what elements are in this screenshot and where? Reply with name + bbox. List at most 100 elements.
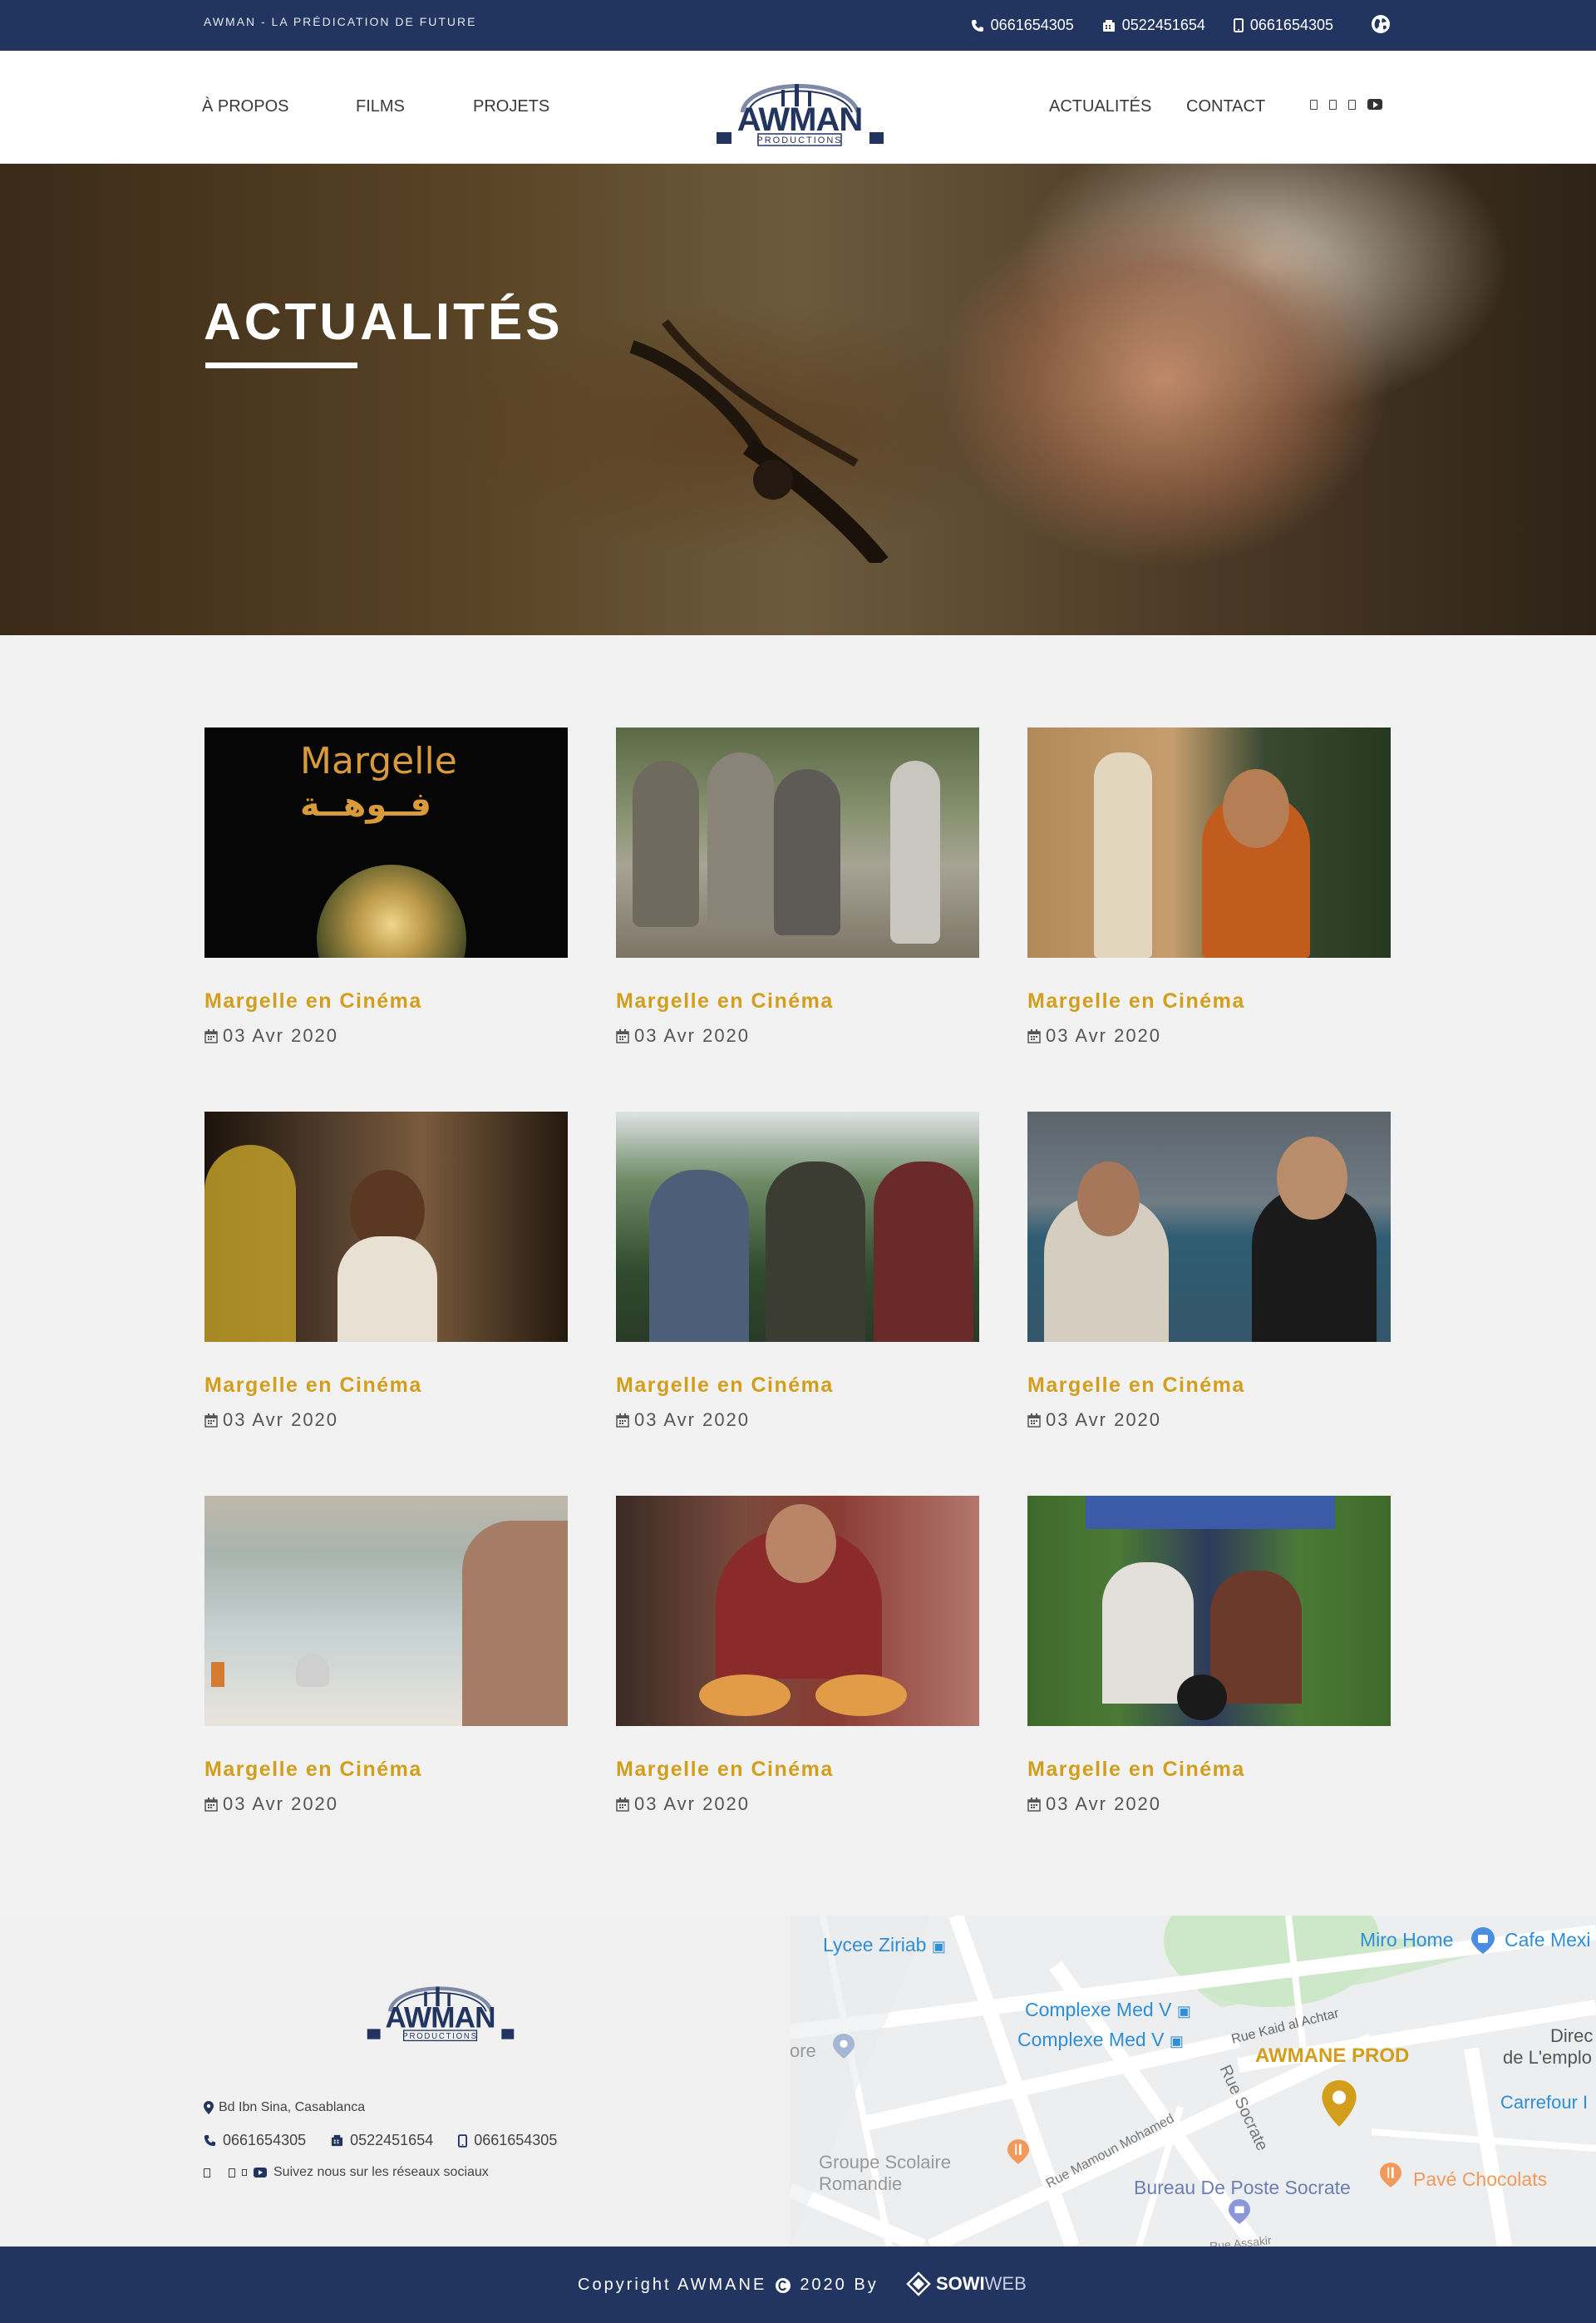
nav-projects[interactable]: PROJETS <box>473 97 549 116</box>
map-label-partial: ore <box>790 2040 816 2061</box>
news-card[interactable]: Margelle en Cinéma 03 Avr 2020 <box>1027 727 1391 1046</box>
thumb-plate <box>815 1674 907 1716</box>
news-date-text: 03 Avr 2020 <box>634 1793 751 1814</box>
footer-contacts: 0661654305 0522451654 0661654305 <box>204 2132 557 2149</box>
map-label-emploi: de L'emplo <box>1503 2047 1592 2068</box>
youtube-icon[interactable] <box>254 2168 267 2178</box>
news-date: 03 Avr 2020 <box>1027 1793 1161 1815</box>
news-title[interactable]: Margelle en Cinéma <box>1027 989 1245 1014</box>
calendar-icon <box>616 1413 629 1428</box>
news-date: 03 Avr 2020 <box>1027 1025 1161 1047</box>
mobile-icon <box>1233 18 1244 32</box>
news-thumbnail[interactable] <box>1027 727 1391 958</box>
footer-social-text: Suivez nous sur les réseaux sociaux <box>273 2165 489 2179</box>
facebook-icon[interactable] <box>1310 99 1318 110</box>
news-card[interactable]: Margelle en Cinéma 03 Avr 2020 <box>204 1496 568 1814</box>
thumb-wheel <box>1177 1674 1227 1720</box>
calendar-icon <box>1027 1028 1041 1043</box>
news-card[interactable]: Margelle en Cinéma 03 Avr 2020 <box>616 1112 979 1430</box>
news-date-text: 03 Avr 2020 <box>223 1793 339 1814</box>
location-marker-icon[interactable] <box>1322 2080 1357 2127</box>
footer-fax[interactable]: 0522451654 <box>331 2132 433 2149</box>
footer-phone[interactable]: 0661654305 <box>204 2132 306 2149</box>
news-title[interactable]: Margelle en Cinéma <box>1027 1374 1245 1398</box>
news-date: 03 Avr 2020 <box>1027 1409 1161 1431</box>
news-title[interactable]: Margelle en Cinéma <box>204 989 422 1014</box>
thumb-figure <box>1210 1571 1302 1704</box>
news-thumbnail[interactable] <box>204 1112 568 1342</box>
copyright-bar: Copyright AWMANE 2020 By SOWI WEB <box>0 2247 1596 2323</box>
news-date: 03 Avr 2020 <box>616 1025 750 1047</box>
map-label-groupe: Groupe Scolaire <box>819 2152 951 2173</box>
awman-logo[interactable]: AWMAN PRODUCTIONS <box>715 61 885 154</box>
thumb-face <box>1077 1162 1140 1236</box>
youtube-icon[interactable] <box>1367 99 1382 110</box>
instagram-icon[interactable] <box>242 2169 247 2176</box>
facebook-icon[interactable] <box>204 2168 210 2178</box>
news-thumbnail[interactable]: Margelle فــوهــة <box>204 727 568 958</box>
news-title[interactable]: Margelle en Cinéma <box>616 1374 834 1398</box>
thumb-figure <box>766 1162 865 1342</box>
twitter-icon[interactable] <box>229 2168 235 2178</box>
nav-news[interactable]: ACTUALITÉS <box>1049 97 1151 116</box>
news-thumbnail[interactable] <box>616 1112 979 1342</box>
map-pin-icon <box>204 2101 214 2114</box>
thumb-canopy <box>1086 1496 1335 1529</box>
top-fax[interactable]: 0522451654 <box>1102 17 1205 34</box>
footer-awman-logo[interactable]: AWMAN PRODUCTIONS <box>366 1965 515 2049</box>
footer-fax-number: 0522451654 <box>350 2132 434 2148</box>
news-title[interactable]: Margelle en Cinéma <box>616 989 834 1014</box>
thumb-title: Margelle <box>300 740 457 782</box>
thumb-figure <box>774 769 840 935</box>
place-pin-icon <box>833 2034 855 2059</box>
footer-social: Suivez nous sur les réseaux sociaux <box>204 2165 489 2180</box>
logo-wordmark: AWMAN <box>737 101 863 138</box>
footer-mobile[interactable]: 0661654305 <box>458 2132 557 2149</box>
thumb-figure <box>462 1521 568 1726</box>
thumb-figure <box>633 761 699 927</box>
nav-about[interactable]: À PROPOS <box>202 97 288 116</box>
news-date-text: 03 Avr 2020 <box>634 1409 751 1430</box>
mobile-icon <box>458 2133 468 2148</box>
footer-address-text: Bd Ibn Sina, Casablanca <box>219 2100 366 2114</box>
news-thumbnail[interactable] <box>1027 1496 1391 1726</box>
news-card[interactable]: Margelle en Cinéma 03 Avr 2020 <box>1027 1112 1391 1430</box>
map-label-complexe-1: Complexe Med V ▣ <box>1025 1999 1191 2020</box>
news-thumbnail[interactable] <box>616 727 979 958</box>
footer-logo-subtitle: PRODUCTIONS <box>402 2032 478 2041</box>
news-title[interactable]: Margelle en Cinéma <box>204 1374 422 1398</box>
globe-icon[interactable] <box>1370 13 1392 35</box>
map-label-lycee: Lycee Ziriab ▣ <box>823 1934 946 1956</box>
title-underline <box>205 363 357 368</box>
sowiweb-credit[interactable]: SOWI WEB <box>906 2271 1027 2296</box>
top-phone[interactable]: 0661654305 <box>971 17 1074 34</box>
news-date: 03 Avr 2020 <box>204 1025 338 1047</box>
news-title[interactable]: Margelle en Cinéma <box>204 1758 422 1782</box>
calendar-icon <box>1027 1797 1041 1812</box>
twitter-icon[interactable] <box>1329 99 1337 110</box>
top-fax-number: 0522451654 <box>1121 17 1205 33</box>
nav-contact[interactable]: CONTACT <box>1186 97 1265 116</box>
instagram-icon[interactable] <box>1348 99 1356 110</box>
news-card[interactable]: Margelle فــوهــة Margelle en Cinéma 03 … <box>204 727 568 1046</box>
main-header: À PROPOS FILMS PROJETS AWMAN PRODUCTIONS… <box>0 51 1596 164</box>
news-thumbnail[interactable] <box>204 1496 568 1726</box>
news-card[interactable]: Margelle en Cinéma 03 Avr 2020 <box>616 727 979 1046</box>
thumb-face <box>1277 1137 1347 1220</box>
news-thumbnail[interactable] <box>616 1496 979 1726</box>
news-card[interactable]: Margelle en Cinéma 03 Avr 2020 <box>1027 1496 1391 1814</box>
news-date-text: 03 Avr 2020 <box>223 1025 339 1046</box>
news-thumbnail[interactable] <box>1027 1112 1391 1342</box>
news-title[interactable]: Margelle en Cinéma <box>1027 1758 1245 1782</box>
location-map[interactable]: Lycee Ziriab ▣ Miro Home Cafe Mexi Compl… <box>790 1916 1596 2247</box>
thumb-figure <box>337 1236 437 1342</box>
news-card[interactable]: Margelle en Cinéma 03 Avr 2020 <box>616 1496 979 1814</box>
news-title[interactable]: Margelle en Cinéma <box>616 1758 834 1782</box>
news-card[interactable]: Margelle en Cinéma 03 Avr 2020 <box>204 1112 568 1430</box>
logo-subtitle: PRODUCTIONS <box>756 136 842 145</box>
nav-films[interactable]: FILMS <box>356 97 405 116</box>
thumb-figure <box>649 1170 749 1342</box>
map-label-miro: Miro Home <box>1360 1929 1454 1951</box>
top-mobile[interactable]: 0661654305 <box>1233 17 1333 34</box>
header-social-links <box>1310 99 1382 110</box>
